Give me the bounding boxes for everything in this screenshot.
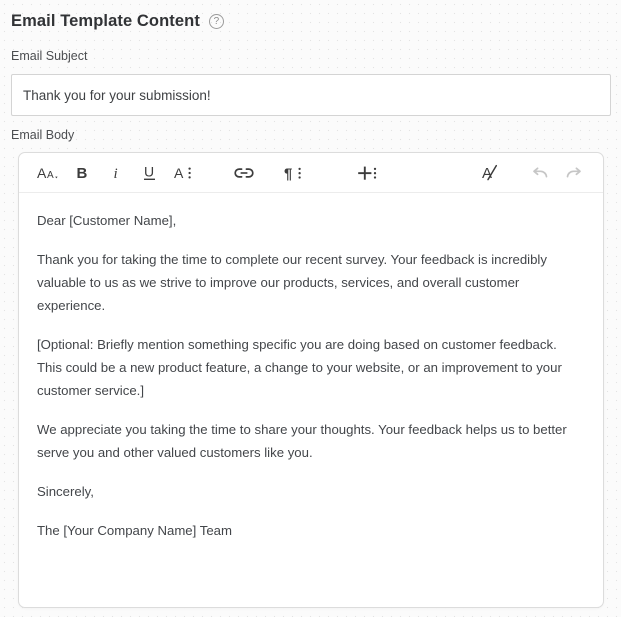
email-body-label: Email Body xyxy=(11,128,75,142)
body-paragraph: The [Your Company Name] Team xyxy=(37,523,232,538)
redo-icon[interactable] xyxy=(557,158,591,188)
email-template-content-panel: Email Template Content ? Email Subject E… xyxy=(0,0,621,617)
link-icon[interactable] xyxy=(227,158,261,188)
paragraph-menu-icon[interactable]: ¶ xyxy=(277,158,311,188)
toolbar-right-group: A xyxy=(473,158,591,188)
body-paragraph: Dear [Customer Name], xyxy=(37,213,177,228)
underline-icon[interactable]: U xyxy=(133,158,167,188)
toolbar-left-group: A A B i U A ¶ xyxy=(31,158,385,188)
font-color-menu-icon[interactable]: A xyxy=(167,158,201,188)
svg-text:A: A xyxy=(47,170,54,181)
svg-text:A: A xyxy=(37,165,47,181)
help-circle-icon[interactable]: ? xyxy=(208,13,224,29)
undo-icon[interactable] xyxy=(523,158,557,188)
svg-text:i: i xyxy=(114,166,118,182)
body-paragraph: Sincerely, xyxy=(37,484,94,499)
email-subject-label: Email Subject xyxy=(11,49,88,63)
svg-text:¶: ¶ xyxy=(284,165,292,182)
bold-icon[interactable]: B xyxy=(65,158,99,188)
svg-text:U: U xyxy=(144,163,154,179)
insert-menu-icon[interactable] xyxy=(351,158,385,188)
email-subject-input[interactable] xyxy=(11,74,611,116)
svg-text:B: B xyxy=(77,165,88,182)
rich-text-editor: A A B i U A ¶ A Dear [Customer Name], Th… xyxy=(18,152,604,608)
body-paragraph: Thank you for taking the time to complet… xyxy=(37,252,547,313)
editor-toolbar: A A B i U A ¶ A xyxy=(19,153,603,193)
svg-text:A: A xyxy=(174,165,184,181)
page-title: Email Template Content xyxy=(11,12,200,30)
body-paragraph: [Optional: Briefly mention something spe… xyxy=(37,337,562,398)
clear-formatting-icon[interactable]: A xyxy=(473,158,507,188)
text-style-icon[interactable]: A A xyxy=(31,158,65,188)
italic-icon[interactable]: i xyxy=(99,158,133,188)
email-body-editable-area[interactable]: Dear [Customer Name], Thank you for taki… xyxy=(19,193,603,607)
section-header: Email Template Content ? xyxy=(11,11,224,31)
svg-text:A: A xyxy=(482,165,492,182)
body-paragraph: We appreciate you taking the time to sha… xyxy=(37,422,567,460)
